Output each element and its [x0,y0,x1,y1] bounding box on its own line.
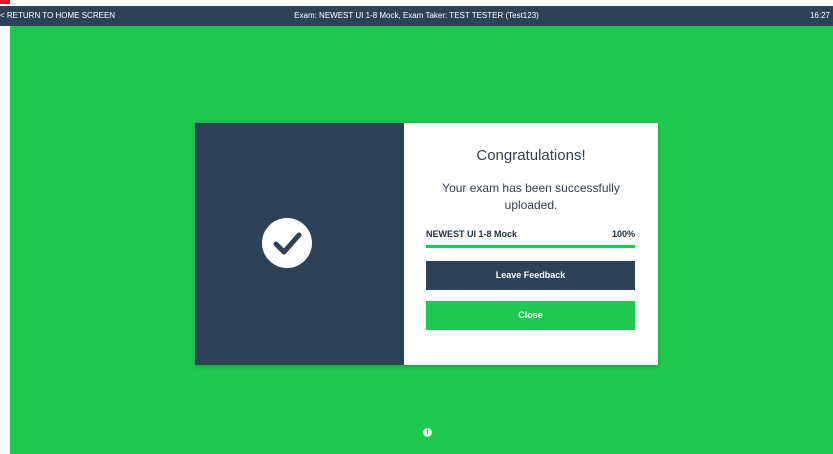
dialog-message: Your exam has been successfully uploaded… [442,181,620,212]
top-bar: < RETURN TO HOME SCREEN Exam: NEWEST UI … [0,6,833,26]
leave-feedback-button[interactable]: Leave Feedback [426,261,635,290]
dialog-left-panel [195,123,404,365]
info-icon[interactable]: i [423,428,432,437]
exam-title: Exam: NEWEST UI 1-8 Mock, Exam Taker: TE… [294,11,539,20]
checkmark-icon [262,218,312,268]
clock: 16:27 [809,11,830,20]
completion-dialog: Congratulations! Your exam has been succ… [195,123,658,365]
upload-progress-fill [426,245,635,248]
exam-progress-label: NEWEST UI 1-8 Mock 100% [426,229,635,239]
upload-progress-bar [426,245,635,248]
close-button[interactable]: Close [426,301,635,330]
red-marker [0,0,10,4]
progress-percent: 100% [611,229,635,239]
dialog-heading: Congratulations! [476,147,586,164]
dialog-content: Congratulations! Your exam has been succ… [404,123,658,365]
exam-name: NEWEST UI 1-8 Mock [426,229,518,239]
